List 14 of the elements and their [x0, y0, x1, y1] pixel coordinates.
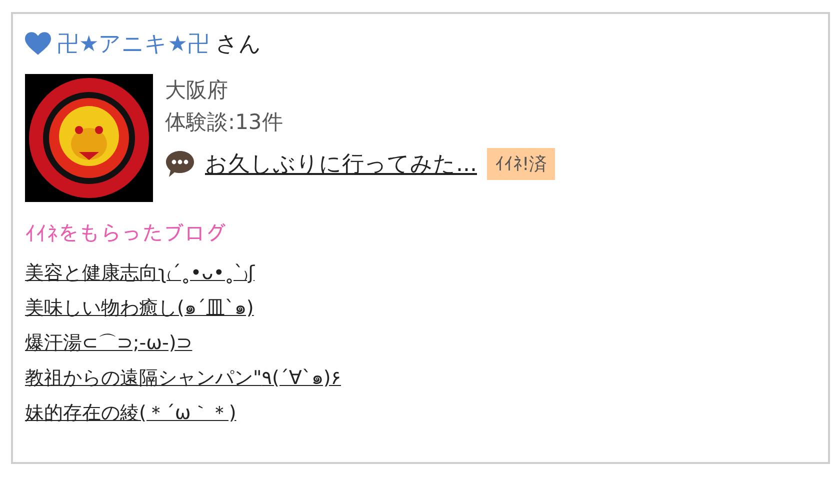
speech-bubble-icon — [165, 150, 195, 178]
blog-link[interactable]: 美味しい物わ癒し(๑´皿`๑) — [25, 291, 254, 326]
section-title: ｲｲﾈをもらったブログ — [25, 222, 227, 246]
heart-icon — [25, 32, 51, 56]
honorific: さん — [215, 31, 262, 59]
user-name[interactable]: 卍★アニキ★卍 — [57, 29, 210, 59]
blog-link[interactable]: 妹的存在の綾(＊´ω｀＊) — [25, 396, 236, 431]
post-link[interactable]: お久しぶりに行ってみた... — [205, 149, 477, 179]
blog-link[interactable]: 教祖からの遠隔シャンパン"٩(´∀`๑)۶ — [25, 361, 341, 396]
review-count: 体験談:13件 — [165, 109, 283, 136]
blog-link[interactable]: 美容と健康志向ʅ₍´˳•ᴗ•˳`₎ʃ — [25, 256, 255, 291]
prefecture: 大阪府 — [165, 77, 228, 104]
liked-badge: ｲｲﾈ!済 — [486, 148, 556, 180]
blog-link[interactable]: 爆汗湯⊂⌒⊃;-ω-)⊃ — [25, 326, 192, 361]
